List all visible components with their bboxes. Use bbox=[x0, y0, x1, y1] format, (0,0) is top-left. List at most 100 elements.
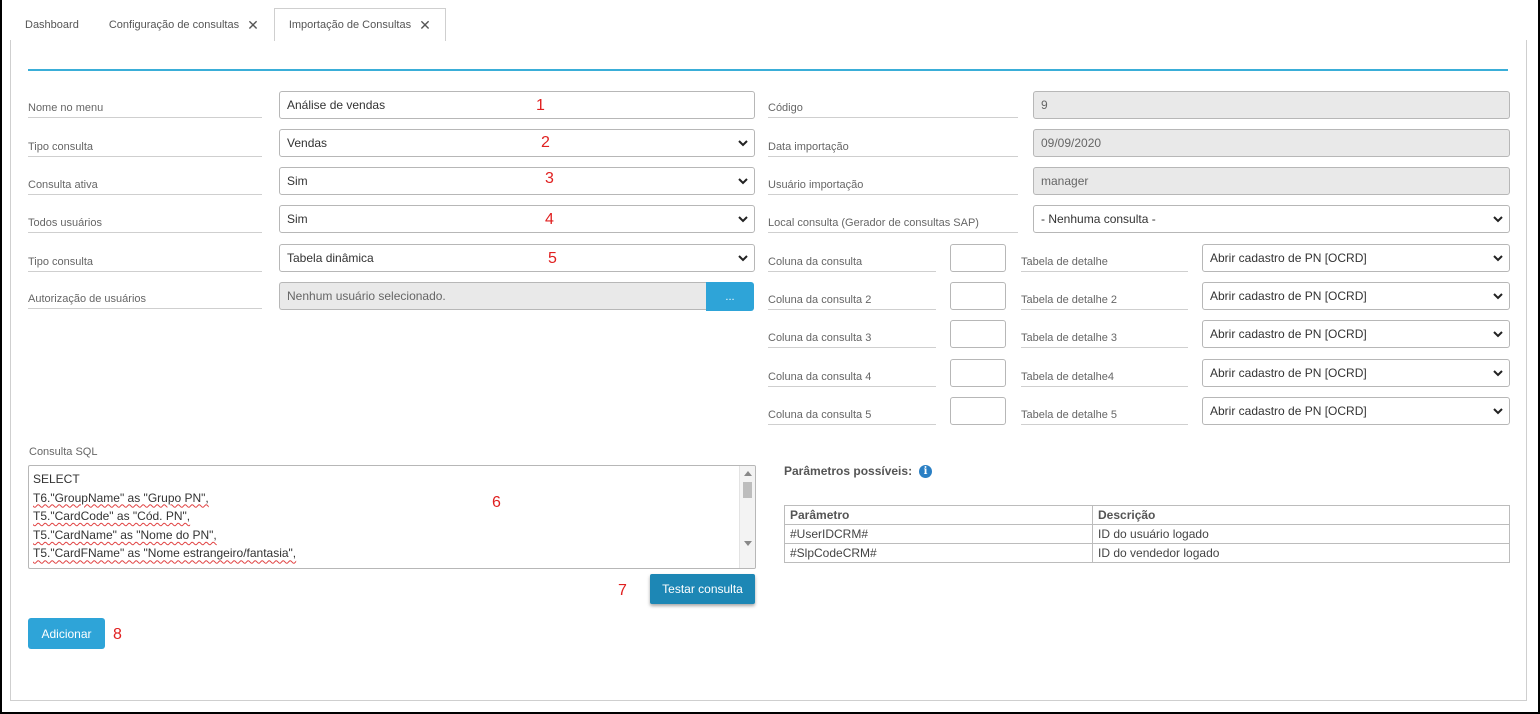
tabela-detalhe-3-select[interactable]: Abrir cadastro de PN [OCRD] bbox=[1202, 320, 1510, 348]
tabela-detalhe-value: Abrir cadastro de PN [OCRD] bbox=[1210, 251, 1367, 265]
tabela-detalhe-2-select[interactable]: Abrir cadastro de PN [OCRD] bbox=[1202, 282, 1510, 310]
data-importacao-value: 09/09/2020 bbox=[1041, 136, 1102, 150]
local-consulta-select[interactable]: - Nenhuma consulta - bbox=[1033, 205, 1510, 233]
tipo-consulta-label: Tipo consulta bbox=[28, 141, 262, 157]
tabela-detalhe-label: Tabela de detalhe bbox=[1021, 256, 1188, 272]
tabela-detalhe-5-select[interactable]: Abrir cadastro de PN [OCRD] bbox=[1202, 397, 1510, 425]
scroll-down-icon[interactable] bbox=[744, 541, 752, 546]
tabela-detalhe-2-value: Abrir cadastro de PN [OCRD] bbox=[1210, 289, 1367, 303]
tabela-detalhe-3-label: Tabela de detalhe 3 bbox=[1021, 332, 1188, 348]
consulta-ativa-label: Consulta ativa bbox=[28, 179, 262, 195]
params-title-text: Parâmetros possíveis: bbox=[784, 464, 913, 478]
annotation-number: 7 bbox=[618, 582, 627, 599]
codigo-label: Código bbox=[768, 102, 1018, 118]
chevron-down-icon bbox=[1492, 252, 1504, 264]
table-cell: ID do usuário logado bbox=[1092, 524, 1510, 544]
column-header: Parâmetro bbox=[784, 505, 1093, 525]
scroll-up-icon[interactable] bbox=[744, 471, 752, 476]
todos-usuarios-label: Todos usuários bbox=[28, 217, 262, 233]
chevron-down-icon bbox=[737, 175, 749, 187]
autorizacao-field: Nenhum usuário selecionado. bbox=[279, 282, 709, 310]
coluna-consulta-2-input[interactable] bbox=[950, 282, 1006, 310]
tab-dashboard[interactable]: Dashboard bbox=[10, 8, 94, 40]
tab-importacao-consultas[interactable]: Importação de Consultas ✕ bbox=[273, 8, 446, 41]
sql-line: T5."CardName" as "Nome do PN", bbox=[33, 527, 217, 542]
coluna-consulta-5-input[interactable] bbox=[950, 397, 1006, 425]
column-header: Descrição bbox=[1092, 505, 1510, 525]
chevron-down-icon bbox=[1492, 328, 1504, 340]
coluna-consulta-input[interactable] bbox=[950, 244, 1006, 272]
tabela-detalhe-5-label: Tabela de detalhe 5 bbox=[1021, 409, 1188, 425]
table-row: #UserIDCRM# ID do usuário logado bbox=[784, 524, 1510, 544]
data-importacao-field: 09/09/2020 bbox=[1033, 129, 1510, 157]
coluna-consulta-3-input[interactable] bbox=[950, 320, 1006, 348]
annotation-number: 3 bbox=[545, 170, 554, 187]
tabela-detalhe-4-label: Tabela de detalhe4 bbox=[1021, 371, 1188, 387]
usuario-importacao-label: Usuário importação bbox=[768, 179, 1018, 195]
tipo-consulta-value: Vendas bbox=[287, 136, 328, 150]
annotation-number: 5 bbox=[548, 250, 557, 267]
sql-line: T5."CardFName" as "Nome estrangeiro/fant… bbox=[33, 546, 297, 561]
coluna-consulta-4-input[interactable] bbox=[950, 359, 1006, 387]
autorizacao-label: Autorização de usuários bbox=[28, 293, 262, 309]
data-importacao-label: Data importação bbox=[768, 141, 1018, 157]
adicionar-button[interactable]: Adicionar bbox=[28, 618, 105, 649]
chevron-down-icon bbox=[1492, 367, 1504, 379]
testar-consulta-button[interactable]: Testar consulta bbox=[650, 574, 755, 604]
tab-label: Configuração de consultas bbox=[108, 18, 240, 31]
tab-label: Dashboard bbox=[25, 18, 79, 31]
sql-scrollbar[interactable] bbox=[739, 466, 755, 568]
table-cell: #SlpCodeCRM# bbox=[784, 543, 1093, 563]
chevron-down-icon bbox=[1492, 405, 1504, 417]
coluna-consulta-label: Coluna da consulta bbox=[768, 256, 936, 272]
nome-menu-value: Análise de vendas bbox=[287, 98, 386, 112]
sql-label: Consulta SQL bbox=[29, 446, 98, 458]
chevron-down-icon bbox=[737, 252, 749, 264]
sql-line: T6."GroupName" as "Grupo PN", bbox=[33, 490, 209, 505]
annotation-number: 6 bbox=[492, 494, 501, 511]
autorizacao-value: Nenhum usuário selecionado. bbox=[287, 289, 446, 303]
nome-menu-input[interactable]: Análise de vendas bbox=[279, 91, 755, 119]
consulta-ativa-value: Sim bbox=[287, 174, 308, 188]
usuario-importacao-value: manager bbox=[1041, 174, 1089, 188]
table-row: #SlpCodeCRM# ID do vendedor logado bbox=[784, 543, 1510, 563]
chevron-down-icon bbox=[1492, 213, 1504, 225]
tabela-detalhe-3-value: Abrir cadastro de PN [OCRD] bbox=[1210, 327, 1367, 341]
annotation-number: 4 bbox=[545, 211, 554, 228]
tipo-consulta-2-select[interactable]: Tabela dinâmica bbox=[279, 244, 755, 272]
todos-usuarios-value: Sim bbox=[287, 212, 308, 226]
coluna-consulta-3-label: Coluna da consulta 3 bbox=[768, 332, 936, 348]
nome-menu-label: Nome no menu bbox=[28, 102, 262, 118]
annotation-number: 2 bbox=[541, 134, 550, 151]
chevron-down-icon bbox=[1492, 290, 1504, 302]
close-icon[interactable]: ✕ bbox=[419, 18, 431, 32]
annotation-number: 8 bbox=[113, 626, 122, 643]
tipo-consulta-2-label: Tipo consulta bbox=[28, 256, 262, 272]
tab-configuracao-consultas[interactable]: Configuração de consultas ✕ bbox=[94, 8, 274, 40]
annotation-number: 1 bbox=[536, 97, 545, 114]
sql-line: SELECT bbox=[33, 472, 80, 486]
scroll-thumb[interactable] bbox=[743, 482, 752, 498]
codigo-value: 9 bbox=[1041, 98, 1048, 112]
consulta-ativa-select[interactable]: Sim bbox=[279, 167, 755, 195]
tab-label: Importação de Consultas bbox=[288, 19, 412, 31]
info-icon[interactable]: i bbox=[919, 464, 933, 478]
tabela-detalhe-4-select[interactable]: Abrir cadastro de PN [OCRD] bbox=[1202, 359, 1510, 387]
tabela-detalhe-select[interactable]: Abrir cadastro de PN [OCRD] bbox=[1202, 244, 1510, 272]
sql-line: T5."CardCode" as "Cód. PN", bbox=[33, 509, 191, 524]
table-cell: #UserIDCRM# bbox=[784, 524, 1093, 544]
select-users-button[interactable]: ... bbox=[706, 282, 754, 311]
sql-textarea[interactable]: SELECT T6."GroupName" as "Grupo PN", T5.… bbox=[28, 465, 756, 569]
tipo-consulta-select[interactable]: Vendas bbox=[279, 129, 755, 157]
table-header-row: Parâmetro Descrição bbox=[784, 505, 1510, 525]
close-icon[interactable]: ✕ bbox=[247, 18, 259, 32]
tab-bar: Dashboard Configuração de consultas ✕ Im… bbox=[10, 8, 446, 41]
tabela-detalhe-2-label: Tabela de detalhe 2 bbox=[1021, 294, 1188, 310]
tipo-consulta-2-value: Tabela dinâmica bbox=[287, 251, 374, 265]
chevron-down-icon bbox=[737, 213, 749, 225]
todos-usuarios-select[interactable]: Sim bbox=[279, 205, 755, 233]
table-cell: ID do vendedor logado bbox=[1092, 543, 1510, 563]
params-table: Parâmetro Descrição #UserIDCRM# ID do us… bbox=[784, 505, 1510, 563]
tabela-detalhe-5-value: Abrir cadastro de PN [OCRD] bbox=[1210, 404, 1367, 418]
params-title: Parâmetros possíveis: i bbox=[784, 464, 933, 478]
